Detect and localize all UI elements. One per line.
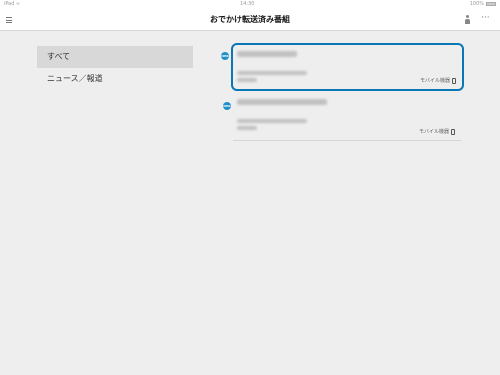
program-list: NHK モバイル機器 NHK モバイル機器 bbox=[218, 43, 466, 143]
more-icon[interactable]: ··· bbox=[481, 13, 495, 25]
genre-sidebar: すべて ニュース／報道 bbox=[37, 46, 193, 90]
battery-icon bbox=[486, 2, 496, 6]
hamburger-line bbox=[6, 17, 12, 18]
blurred-date bbox=[237, 71, 307, 75]
channel-badge: NHK bbox=[221, 52, 229, 60]
program-item[interactable]: NHK モバイル機器 bbox=[223, 93, 461, 141]
program-item-selected[interactable]: NHK モバイル機器 bbox=[221, 43, 464, 91]
battery-percent: 100% bbox=[469, 1, 484, 7]
channel-badge: NHK bbox=[223, 102, 231, 110]
device-label-text: モバイル機器 bbox=[419, 78, 450, 84]
person-icon[interactable] bbox=[463, 14, 473, 26]
blurred-title bbox=[237, 99, 327, 105]
person-body bbox=[465, 19, 470, 24]
person-head bbox=[466, 15, 469, 18]
device-label: モバイル機器 bbox=[420, 77, 456, 84]
blurred-title bbox=[237, 51, 297, 57]
battery-indicator: 100% bbox=[470, 1, 496, 7]
status-bar: iPad ≈ 14:30 100% bbox=[0, 0, 500, 9]
blurred-duration bbox=[237, 126, 257, 130]
hamburger-line bbox=[6, 19, 12, 21]
phone-icon bbox=[451, 128, 455, 135]
clock: 14:30 bbox=[240, 1, 255, 7]
device-label: モバイル機器 bbox=[419, 128, 455, 135]
carrier-label: iPad ≈ bbox=[4, 1, 21, 7]
sidebar-item-all[interactable]: すべて bbox=[37, 46, 193, 68]
phone-icon bbox=[452, 77, 456, 84]
blurred-date bbox=[237, 119, 307, 123]
device-label-text: モバイル機器 bbox=[418, 129, 449, 135]
blurred-duration bbox=[237, 78, 257, 82]
hamburger-menu-button[interactable] bbox=[6, 14, 18, 26]
navigation-bar: おでかけ転送済み番組 ··· bbox=[0, 9, 500, 31]
hamburger-line bbox=[6, 22, 12, 23]
sidebar-item-news[interactable]: ニュース／報道 bbox=[37, 68, 193, 90]
page-title: おでかけ転送済み番組 bbox=[210, 15, 290, 24]
